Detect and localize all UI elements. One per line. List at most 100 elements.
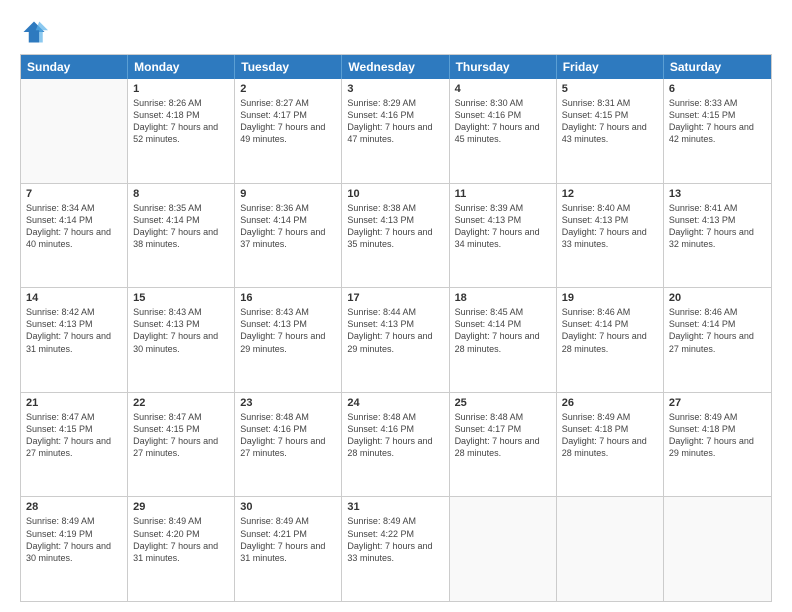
day-number: 18 (455, 292, 551, 304)
day-number: 10 (347, 188, 443, 200)
day-cell-28: 28 Sunrise: 8:49 AMSunset: 4:19 PMDayligh… (21, 497, 128, 601)
header (20, 18, 772, 46)
day-info: Sunrise: 8:27 AMSunset: 4:17 PMDaylight:… (240, 97, 336, 146)
day-number: 6 (669, 83, 766, 95)
day-number: 12 (562, 188, 658, 200)
day-info: Sunrise: 8:40 AMSunset: 4:13 PMDaylight:… (562, 202, 658, 251)
day-number: 4 (455, 83, 551, 95)
day-header-thursday: Thursday (450, 55, 557, 79)
day-cell-5: 5 Sunrise: 8:31 AMSunset: 4:15 PMDaylight… (557, 79, 664, 183)
day-cell-31: 31 Sunrise: 8:49 AMSunset: 4:22 PMDayligh… (342, 497, 449, 601)
day-info: Sunrise: 8:47 AMSunset: 4:15 PMDaylight:… (26, 411, 122, 460)
day-info: Sunrise: 8:46 AMSunset: 4:14 PMDaylight:… (669, 306, 766, 355)
calendar: SundayMondayTuesdayWednesdayThursdayFrid… (20, 54, 772, 602)
day-number: 29 (133, 501, 229, 513)
empty-cell-4-5 (557, 497, 664, 601)
day-number: 5 (562, 83, 658, 95)
day-info: Sunrise: 8:49 AMSunset: 4:20 PMDaylight:… (133, 515, 229, 564)
day-info: Sunrise: 8:34 AMSunset: 4:14 PMDaylight:… (26, 202, 122, 251)
page: SundayMondayTuesdayWednesdayThursdayFrid… (0, 0, 792, 612)
day-number: 3 (347, 83, 443, 95)
day-number: 22 (133, 397, 229, 409)
day-cell-17: 17 Sunrise: 8:44 AMSunset: 4:13 PMDayligh… (342, 288, 449, 392)
day-info: Sunrise: 8:43 AMSunset: 4:13 PMDaylight:… (133, 306, 229, 355)
day-cell-25: 25 Sunrise: 8:48 AMSunset: 4:17 PMDayligh… (450, 393, 557, 497)
logo-icon (20, 18, 48, 46)
day-number: 30 (240, 501, 336, 513)
day-cell-21: 21 Sunrise: 8:47 AMSunset: 4:15 PMDayligh… (21, 393, 128, 497)
day-info: Sunrise: 8:49 AMSunset: 4:18 PMDaylight:… (669, 411, 766, 460)
day-number: 25 (455, 397, 551, 409)
calendar-header: SundayMondayTuesdayWednesdayThursdayFrid… (21, 55, 771, 79)
day-number: 27 (669, 397, 766, 409)
logo (20, 18, 52, 46)
day-cell-14: 14 Sunrise: 8:42 AMSunset: 4:13 PMDayligh… (21, 288, 128, 392)
day-cell-9: 9Sunrise: 8:36 AMSunset: 4:14 PMDaylight… (235, 184, 342, 288)
day-info: Sunrise: 8:49 AMSunset: 4:22 PMDaylight:… (347, 515, 443, 564)
day-info: Sunrise: 8:48 AMSunset: 4:16 PMDaylight:… (347, 411, 443, 460)
day-info: Sunrise: 8:49 AMSunset: 4:18 PMDaylight:… (562, 411, 658, 460)
day-number: 26 (562, 397, 658, 409)
day-cell-20: 20Sunrise: 8:46 AMSunset: 4:14 PMDayligh… (664, 288, 771, 392)
calendar-week-1: 7 Sunrise: 8:34 AMSunset: 4:14 PMDaylight… (21, 184, 771, 289)
day-info: Sunrise: 8:47 AMSunset: 4:15 PMDaylight:… (133, 411, 229, 460)
day-info: Sunrise: 8:42 AMSunset: 4:13 PMDaylight:… (26, 306, 122, 355)
day-cell-30: 30Sunrise: 8:49 AMSunset: 4:21 PMDayligh… (235, 497, 342, 601)
calendar-week-0: 1 Sunrise: 8:26 AMSunset: 4:18 PMDaylight… (21, 79, 771, 184)
calendar-week-3: 21 Sunrise: 8:47 AMSunset: 4:15 PMDayligh… (21, 393, 771, 498)
day-cell-22: 22 Sunrise: 8:47 AMSunset: 4:15 PMDayligh… (128, 393, 235, 497)
day-cell-6: 6 Sunrise: 8:33 AMSunset: 4:15 PMDaylight… (664, 79, 771, 183)
day-cell-18: 18Sunrise: 8:45 AMSunset: 4:14 PMDayligh… (450, 288, 557, 392)
day-number: 21 (26, 397, 122, 409)
day-number: 11 (455, 188, 551, 200)
day-header-wednesday: Wednesday (342, 55, 449, 79)
day-number: 16 (240, 292, 336, 304)
day-number: 13 (669, 188, 766, 200)
day-info: Sunrise: 8:48 AMSunset: 4:16 PMDaylight:… (240, 411, 336, 460)
day-header-sunday: Sunday (21, 55, 128, 79)
day-header-monday: Monday (128, 55, 235, 79)
empty-cell-4-4 (450, 497, 557, 601)
day-cell-10: 10Sunrise: 8:38 AMSunset: 4:13 PMDayligh… (342, 184, 449, 288)
day-info: Sunrise: 8:35 AMSunset: 4:14 PMDaylight:… (133, 202, 229, 251)
day-number: 1 (133, 83, 229, 95)
empty-cell-0-0 (21, 79, 128, 183)
day-info: Sunrise: 8:30 AMSunset: 4:16 PMDaylight:… (455, 97, 551, 146)
day-cell-1: 1 Sunrise: 8:26 AMSunset: 4:18 PMDaylight… (128, 79, 235, 183)
day-header-friday: Friday (557, 55, 664, 79)
day-cell-12: 12 Sunrise: 8:40 AMSunset: 4:13 PMDayligh… (557, 184, 664, 288)
day-number: 31 (347, 501, 443, 513)
calendar-body: 1 Sunrise: 8:26 AMSunset: 4:18 PMDaylight… (21, 79, 771, 601)
day-info: Sunrise: 8:29 AMSunset: 4:16 PMDaylight:… (347, 97, 443, 146)
day-cell-26: 26 Sunrise: 8:49 AMSunset: 4:18 PMDayligh… (557, 393, 664, 497)
day-info: Sunrise: 8:46 AMSunset: 4:14 PMDaylight:… (562, 306, 658, 355)
day-number: 2 (240, 83, 336, 95)
day-number: 28 (26, 501, 122, 513)
day-info: Sunrise: 8:33 AMSunset: 4:15 PMDaylight:… (669, 97, 766, 146)
empty-cell-4-6 (664, 497, 771, 601)
day-cell-24: 24Sunrise: 8:48 AMSunset: 4:16 PMDayligh… (342, 393, 449, 497)
day-info: Sunrise: 8:41 AMSunset: 4:13 PMDaylight:… (669, 202, 766, 251)
day-cell-7: 7 Sunrise: 8:34 AMSunset: 4:14 PMDaylight… (21, 184, 128, 288)
day-number: 19 (562, 292, 658, 304)
day-cell-15: 15 Sunrise: 8:43 AMSunset: 4:13 PMDayligh… (128, 288, 235, 392)
day-info: Sunrise: 8:44 AMSunset: 4:13 PMDaylight:… (347, 306, 443, 355)
day-cell-23: 23 Sunrise: 8:48 AMSunset: 4:16 PMDayligh… (235, 393, 342, 497)
day-number: 8 (133, 188, 229, 200)
day-number: 17 (347, 292, 443, 304)
day-cell-8: 8 Sunrise: 8:35 AMSunset: 4:14 PMDaylight… (128, 184, 235, 288)
day-info: Sunrise: 8:49 AMSunset: 4:19 PMDaylight:… (26, 515, 122, 564)
day-info: Sunrise: 8:48 AMSunset: 4:17 PMDaylight:… (455, 411, 551, 460)
day-number: 23 (240, 397, 336, 409)
day-number: 7 (26, 188, 122, 200)
day-header-tuesday: Tuesday (235, 55, 342, 79)
day-number: 15 (133, 292, 229, 304)
day-number: 14 (26, 292, 122, 304)
day-info: Sunrise: 8:31 AMSunset: 4:15 PMDaylight:… (562, 97, 658, 146)
day-cell-13: 13 Sunrise: 8:41 AMSunset: 4:13 PMDayligh… (664, 184, 771, 288)
day-cell-4: 4 Sunrise: 8:30 AMSunset: 4:16 PMDaylight… (450, 79, 557, 183)
day-info: Sunrise: 8:39 AMSunset: 4:13 PMDaylight:… (455, 202, 551, 251)
day-cell-2: 2 Sunrise: 8:27 AMSunset: 4:17 PMDaylight… (235, 79, 342, 183)
day-info: Sunrise: 8:26 AMSunset: 4:18 PMDaylight:… (133, 97, 229, 146)
day-number: 9 (240, 188, 336, 200)
